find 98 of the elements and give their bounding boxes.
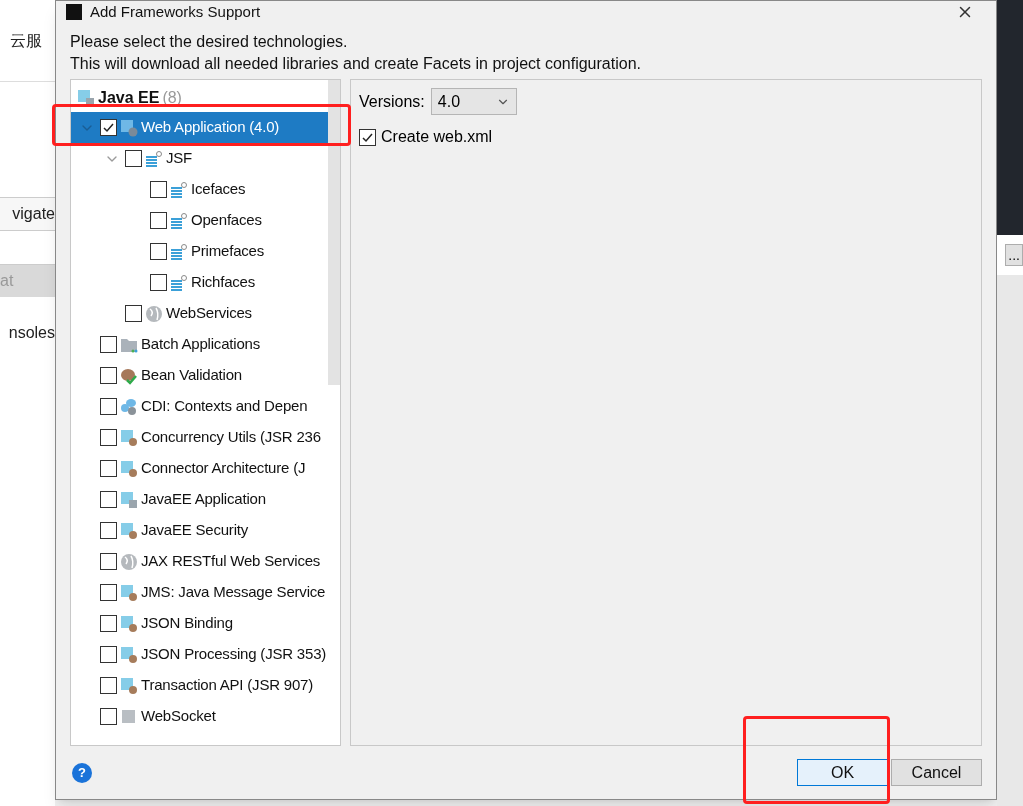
checkbox[interactable] [150, 212, 167, 229]
tree-item[interactable]: Batch Applications [71, 329, 340, 360]
globe-icon [120, 552, 138, 571]
checkbox[interactable] [100, 398, 117, 415]
checkbox[interactable] [100, 646, 117, 663]
tree-item[interactable]: Richfaces [71, 267, 340, 298]
item-label: Web Application (4.0) [141, 117, 280, 138]
item-label: JMS: Java Message Service [141, 582, 326, 603]
window-title: Add Frameworks Support [90, 1, 261, 22]
tree-item[interactable]: Concurrency Utils (JSR 236 [71, 422, 340, 453]
item-label: CDI: Contexts and Depen [141, 396, 308, 417]
tree-item[interactable]: JavaEE Security [71, 515, 340, 546]
item-label: Icefaces [191, 179, 246, 200]
bean-check-icon [120, 366, 138, 385]
checkbox[interactable] [100, 119, 117, 136]
module-icon [120, 614, 138, 633]
tree-item[interactable]: Bean Validation [71, 360, 340, 391]
description-text: This will download all needed libraries and create Facets in project configuration. [70, 54, 642, 74]
help-icon[interactable]: ? [72, 762, 92, 783]
background-text: 云服 [10, 30, 42, 51]
module-icon [120, 459, 138, 478]
app-logo-icon [66, 4, 82, 20]
module-icon [120, 521, 138, 540]
module-icon [120, 583, 138, 602]
item-label: WebServices [166, 303, 252, 324]
item-label: Bean Validation [141, 365, 242, 386]
stack-icon [170, 211, 188, 230]
description-text: Please select the desired technologies. [70, 32, 349, 52]
background-text: vigate [12, 204, 55, 224]
tree-item[interactable]: JSON Processing (JSR 353) [71, 639, 340, 670]
tree-item[interactable]: JavaEE Application [71, 484, 340, 515]
background-text: nsoles [8, 323, 55, 343]
item-label: Concurrency Utils (JSR 236 [141, 427, 321, 448]
checkbox[interactable] [100, 522, 117, 539]
module-icon [120, 645, 138, 664]
checkbox[interactable] [150, 274, 167, 291]
more-button[interactable]: ... [1005, 244, 1023, 266]
checkbox[interactable] [100, 708, 117, 725]
stack-icon [145, 149, 163, 168]
checkbox[interactable] [100, 553, 117, 570]
item-label: JAX RESTful Web Services [141, 551, 321, 572]
item-label: WebSocket [141, 706, 216, 727]
module-icon [120, 428, 138, 447]
globe-icon [145, 304, 163, 323]
tree-item[interactable]: WebServices [71, 298, 340, 329]
checkbox[interactable] [150, 243, 167, 260]
module-icon [77, 89, 95, 107]
item-label: Batch Applications [141, 334, 260, 355]
stack-icon [170, 242, 188, 261]
checkbox[interactable] [100, 615, 117, 632]
checkbox[interactable] [100, 336, 117, 353]
module-icon [120, 490, 138, 509]
stack-icon [170, 180, 188, 199]
checkbox[interactable] [100, 677, 117, 694]
item-label: Openfaces [191, 210, 262, 231]
item-label: Primefaces [191, 241, 265, 262]
item-label: Richfaces [191, 272, 256, 293]
version-dropdown[interactable]: 4.0 [430, 88, 517, 115]
checkbox[interactable] [100, 584, 117, 601]
module-icon [120, 676, 138, 695]
checkbox[interactable] [359, 128, 376, 146]
item-label: JavaEE Application [141, 489, 266, 510]
beans-icon [120, 397, 138, 416]
checkbox[interactable] [100, 429, 117, 446]
checkbox[interactable] [125, 305, 142, 322]
item-label: JSON Processing (JSR 353) [141, 644, 327, 665]
tree-item[interactable]: JMS: Java Message Service [71, 577, 340, 608]
tree-item[interactable]: CDI: Contexts and Depen [71, 391, 340, 422]
item-label: Transaction API (JSR 907) [141, 675, 314, 696]
checkbox[interactable] [100, 460, 117, 477]
group-label[interactable]: Java EE [98, 86, 160, 110]
tree-item[interactable]: JAX RESTful Web Services [71, 546, 340, 577]
module-icon [120, 707, 138, 726]
tree-item[interactable]: Primefaces [71, 236, 340, 267]
checkbox-label: Create web.xml [381, 127, 493, 147]
check-icon [102, 121, 115, 134]
checkbox[interactable] [150, 181, 167, 198]
cancel-button[interactable]: Cancel [891, 759, 982, 786]
stack-icon [170, 273, 188, 292]
ok-button[interactable]: OK [797, 759, 888, 786]
tree-item[interactable]: Icefaces [71, 174, 340, 205]
tree-item[interactable]: Transaction API (JSR 907) [71, 670, 340, 701]
background-text: at [0, 271, 14, 291]
tree-item[interactable]: Connector Architecture (J [71, 453, 340, 484]
item-label: JSF [166, 148, 193, 169]
tree-item[interactable]: JSF [71, 143, 340, 174]
scrollbar-thumb[interactable] [328, 80, 340, 385]
tree-item[interactable]: JSON Binding [71, 608, 340, 639]
checkbox[interactable] [125, 150, 142, 167]
item-label: Connector Architecture (J [141, 458, 306, 479]
checkbox[interactable] [100, 367, 117, 384]
checkbox[interactable] [100, 491, 117, 508]
item-label: JavaEE Security [141, 520, 249, 541]
tree-item[interactable]: Openfaces [71, 205, 340, 236]
versions-label: Versions: [359, 91, 425, 112]
tree-item[interactable]: WebSocket [71, 701, 340, 732]
web-module-icon [120, 118, 138, 137]
item-label: JSON Binding [141, 613, 233, 634]
